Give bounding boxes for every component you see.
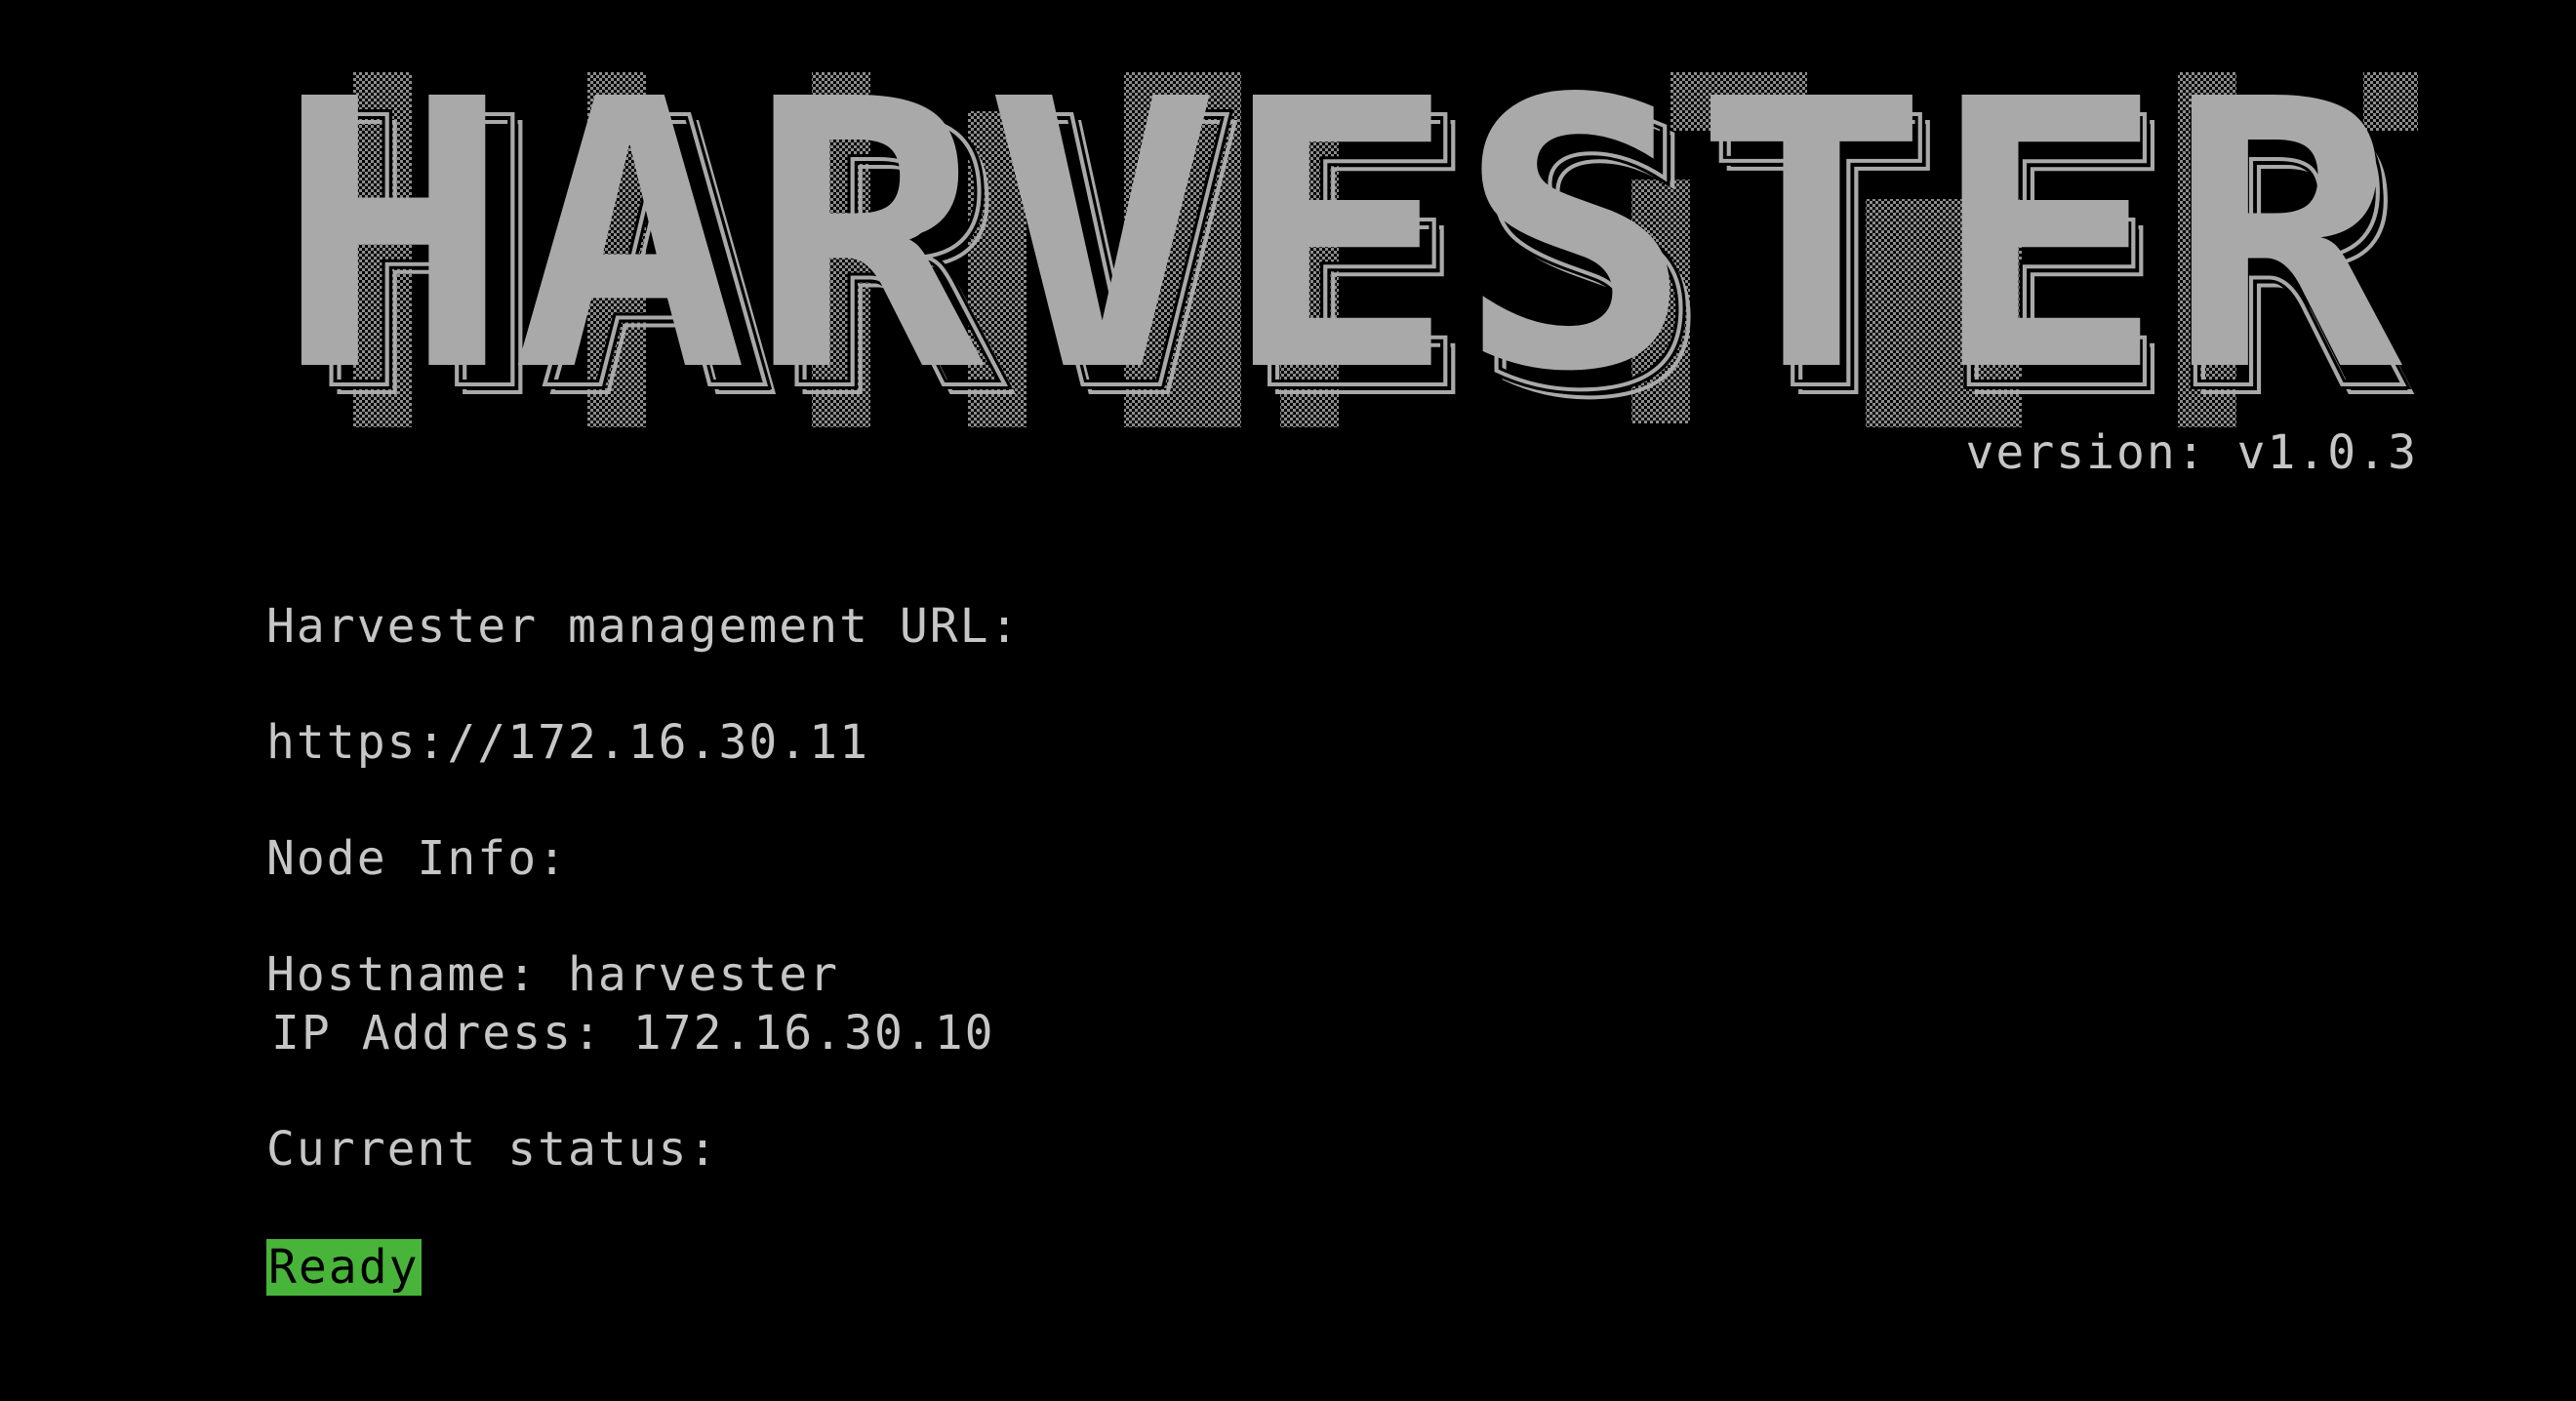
banner-logo: HARVESTER HARVESTER HARVESTER HARVESTER — [275, 72, 2418, 427]
management-url-label: Harvester management URL: — [266, 599, 1021, 654]
node-info-label: Node Info: — [266, 831, 568, 886]
management-url: https://172.16.30.11 — [266, 715, 869, 770]
current-status-label: Current status: — [266, 1122, 719, 1177]
ascii-art-banner: HARVESTER HARVESTER HARVESTER HARVESTER — [265, 72, 2418, 427]
hostname-line: Hostname: harvester — [266, 947, 840, 1002]
console-screen: HARVESTER HARVESTER HARVESTER HARVESTER … — [0, 0, 2576, 1401]
banner-title: HARVESTER — [275, 72, 2405, 427]
ip-address-line: IP Address: 172.16.30.10 — [271, 1006, 995, 1061]
version-label: version: v1.0.3 — [1965, 425, 2418, 480]
status-badge: Ready — [266, 1239, 422, 1296]
